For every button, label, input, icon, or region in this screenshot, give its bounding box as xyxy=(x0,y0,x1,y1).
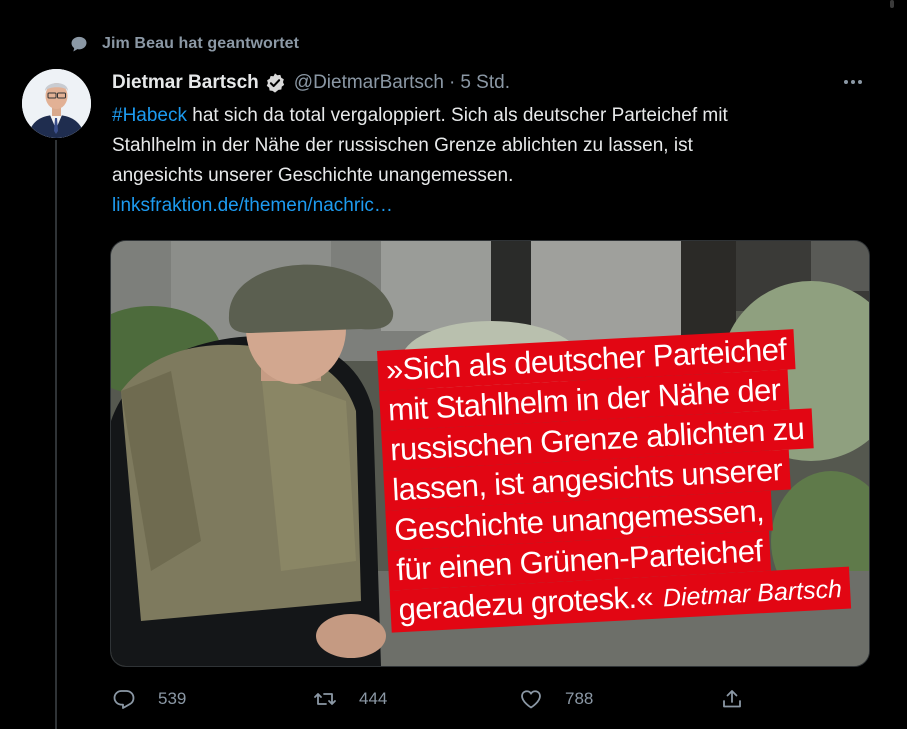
quote-signature: Dietmar Bartsch xyxy=(662,575,843,613)
tweet-actions: 539 444 788 xyxy=(112,682,762,716)
more-options-icon[interactable] xyxy=(841,70,865,94)
heart-icon xyxy=(521,690,541,709)
tweet-media[interactable]: »Sich als deutscher Parteichef mit Stahl… xyxy=(110,240,870,667)
external-link[interactable]: linksfraktion.de/themen/nachric… xyxy=(112,191,852,221)
separator-dot: · xyxy=(449,72,456,93)
retweet-count: 444 xyxy=(359,689,388,708)
tweet-header: Dietmar Bartsch @DietmarBartsch · 5 Std. xyxy=(112,70,510,96)
author-handle[interactable]: @DietmarBartsch xyxy=(294,72,444,94)
like-button[interactable]: 788 xyxy=(519,687,593,711)
like-count: 788 xyxy=(565,689,594,708)
social-context[interactable]: Jim Beau hat geantwortet xyxy=(70,33,299,55)
replied-label: Jim Beau hat geantwortet xyxy=(102,35,300,52)
timestamp[interactable]: 5 Std. xyxy=(460,72,510,94)
tweet-text: #Habeck hat sich da total vergaloppiert.… xyxy=(112,101,852,221)
comment-bubble-icon xyxy=(71,36,87,52)
share-icon xyxy=(723,690,741,708)
tweet-text-line3: angesichts unserer Geschichte unangemess… xyxy=(112,165,514,186)
avatar[interactable] xyxy=(22,69,91,138)
retweet-button[interactable]: 444 xyxy=(313,687,387,711)
quote-overlay: »Sich als deutscher Parteichef mit Stahl… xyxy=(377,328,851,651)
thread-line xyxy=(55,140,57,729)
reply-button[interactable]: 539 xyxy=(112,687,186,711)
retweet-icon xyxy=(314,693,336,705)
tweet-text-line1: hat sich da total vergaloppiert. Sich al… xyxy=(187,105,728,126)
share-button[interactable] xyxy=(720,687,766,711)
verified-badge-icon xyxy=(266,73,284,93)
scrollbar[interactable] xyxy=(890,0,894,8)
author-name[interactable]: Dietmar Bartsch xyxy=(112,72,259,94)
tweet-text-line2: Stahlhelm in der Nähe der russischen Gre… xyxy=(112,135,693,156)
avatar-photo xyxy=(22,69,91,138)
reply-icon xyxy=(113,690,135,709)
reply-count: 539 xyxy=(158,689,187,708)
hashtag-link[interactable]: #Habeck xyxy=(112,105,187,126)
